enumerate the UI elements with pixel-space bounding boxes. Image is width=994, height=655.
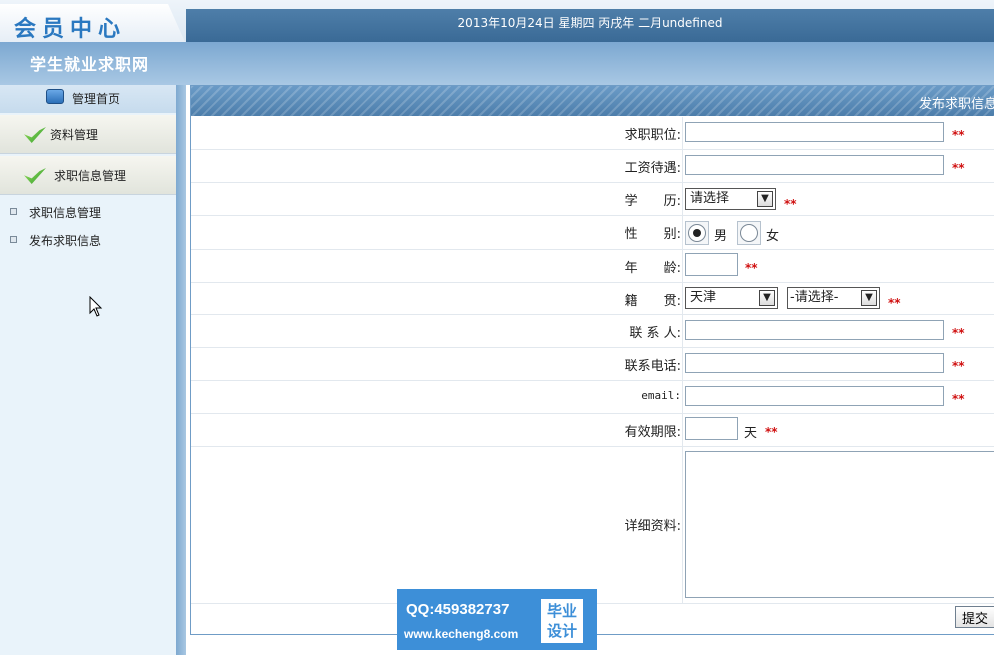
required-mark: ** — [784, 197, 797, 211]
form-row-education: 学 历: 请选择 ▼ ** — [191, 183, 994, 216]
form-row-hometown: 籍 贯: 天津 ▼ -请选择- ▼ ** — [191, 283, 994, 315]
main-panel-header: 发布求职信息 — [191, 86, 994, 116]
watermark-url: www.kecheng8.com — [404, 627, 519, 641]
cell-divider — [682, 150, 683, 182]
brand-bar: 学生就业求职网 — [0, 42, 994, 85]
form-row-age: 年 龄: ** — [191, 250, 994, 283]
sidebar-home-link[interactable]: 管理首页 — [72, 90, 120, 107]
leaf-arrow-icon — [24, 127, 46, 143]
sidebar-menu-profile[interactable]: 资料管理 — [0, 115, 176, 154]
city-select[interactable]: -请选择- ▼ — [787, 287, 880, 309]
salary-input[interactable] — [685, 155, 944, 175]
form-row-phone: 联系电话: ** — [191, 348, 994, 381]
field-label: 联 系 人: — [629, 326, 681, 341]
city-selected: -请选择- — [790, 290, 839, 305]
gender-male-radio[interactable] — [688, 224, 706, 242]
sidebar: 管理首页 资料管理 求职信息管理 求职信息管理 发布求职信息 — [0, 85, 176, 655]
cell-divider — [682, 348, 683, 380]
phone-input[interactable] — [685, 353, 944, 373]
required-mark: ** — [952, 128, 965, 142]
contact-input[interactable] — [685, 320, 944, 340]
cell-divider — [682, 283, 683, 314]
cell-divider — [682, 183, 683, 215]
watermark-badge: 毕业 设计 — [541, 599, 583, 643]
logo-box: 会员中心 — [0, 4, 185, 42]
bullet-icon — [10, 208, 17, 215]
watermark-qq: QQ:459382737 — [406, 601, 510, 618]
cell-divider — [682, 315, 683, 347]
required-mark: ** — [745, 261, 758, 275]
gender-female-radio[interactable] — [740, 224, 758, 242]
form-row-email: email: ** — [191, 381, 994, 414]
cell-divider — [682, 117, 683, 149]
member-center-logo: 会员中心 — [14, 16, 127, 42]
field-label: 联系电话: — [624, 359, 681, 374]
position-input[interactable] — [685, 122, 944, 142]
field-label: 性 别: — [624, 227, 681, 242]
mouse-cursor-icon — [89, 296, 103, 317]
monitor-icon — [46, 89, 64, 104]
watermark-banner: QQ:459382737 www.kecheng8.com 毕业 设计 — [397, 589, 597, 650]
required-mark: ** — [952, 161, 965, 175]
chevron-down-icon[interactable]: ▼ — [861, 290, 877, 306]
field-label: email: — [641, 389, 681, 402]
cell-divider — [682, 414, 683, 446]
field-label: 详细资料: — [624, 519, 681, 534]
field-label: 有效期限: — [624, 425, 681, 440]
required-mark: ** — [888, 296, 901, 310]
field-label: 年 龄: — [624, 261, 681, 276]
form-row-gender: 性 别: 男 女 — [191, 216, 994, 250]
site-title: 学生就业求职网 — [30, 55, 150, 74]
validity-unit: 天 — [744, 426, 758, 441]
sidebar-item-label[interactable]: 发布求职信息 — [29, 234, 101, 248]
form-row-validity: 有效期限: 天 ** — [191, 414, 994, 447]
required-mark: ** — [952, 326, 965, 340]
province-selected: 天津 — [690, 290, 717, 305]
top-bar: 会员中心 2013年10月24日 星期四 丙戌年 二月undefined — [0, 0, 994, 42]
panel-title: 发布求职信息 — [918, 97, 994, 112]
field-label: 工资待遇: — [624, 161, 681, 176]
education-selected: 请选择 — [690, 191, 730, 206]
province-select[interactable]: 天津 ▼ — [685, 287, 778, 309]
gender-male-label: 男 — [714, 229, 728, 244]
sidebar-menu-label[interactable]: 资料管理 — [50, 126, 98, 143]
leaf-arrow-icon — [24, 168, 46, 184]
watermark-badge-line2: 设计 — [546, 622, 577, 640]
required-mark: ** — [952, 359, 965, 373]
cell-divider — [682, 250, 683, 282]
main-panel: 发布求职信息 求职职位: ** 工资待遇: ** 学 历: 请选择 ▼ ** 性… — [190, 85, 994, 635]
date-text: 2013年10月24日 星期四 丙戌年 二月undefined — [457, 16, 723, 30]
sidebar-item-label[interactable]: 求职信息管理 — [29, 206, 101, 220]
required-mark: ** — [952, 392, 965, 406]
form-row-position: 求职职位: ** — [191, 117, 994, 150]
bullet-icon — [10, 236, 17, 243]
field-label: 籍 贯: — [624, 294, 681, 309]
validity-input[interactable] — [685, 417, 738, 440]
sidebar-menu-job-info[interactable]: 求职信息管理 — [0, 156, 176, 195]
cell-divider — [682, 381, 683, 413]
email-input[interactable] — [685, 386, 944, 406]
date-bar: 2013年10月24日 星期四 丙戌年 二月undefined — [186, 9, 994, 42]
education-select[interactable]: 请选择 ▼ — [685, 188, 776, 210]
sidebar-item-job-info-manage[interactable]: 求职信息管理 — [10, 204, 101, 221]
chevron-down-icon[interactable]: ▼ — [759, 290, 775, 306]
cell-divider — [682, 447, 683, 603]
sidebar-home-row[interactable]: 管理首页 — [0, 85, 176, 113]
details-textarea[interactable] — [685, 451, 994, 598]
cell-divider — [682, 216, 683, 249]
field-label: 学 历: — [624, 194, 681, 209]
chevron-down-icon[interactable]: ▼ — [757, 191, 773, 207]
form-row-contact: 联 系 人: ** — [191, 315, 994, 348]
required-mark: ** — [765, 425, 778, 439]
sidebar-item-publish-job-info[interactable]: 发布求职信息 — [10, 232, 101, 249]
form-row-details: 详细资料: — [191, 447, 994, 604]
gender-female-label: 女 — [766, 229, 780, 244]
field-label: 求职职位: — [624, 128, 681, 143]
watermark-badge-line1: 毕业 — [546, 602, 577, 620]
form-row-salary: 工资待遇: ** — [191, 150, 994, 183]
sidebar-menu-label[interactable]: 求职信息管理 — [54, 167, 126, 184]
age-input[interactable] — [685, 253, 738, 276]
sidebar-divider — [176, 85, 186, 655]
submit-button[interactable]: 提交 — [955, 606, 994, 628]
